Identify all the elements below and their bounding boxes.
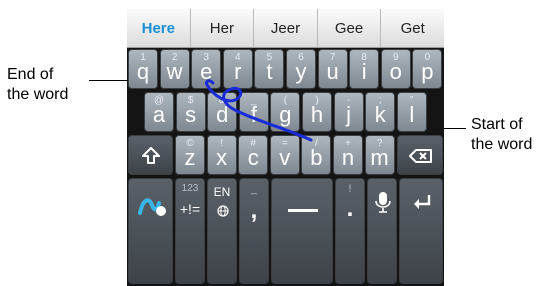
callout-line2: the word — [7, 86, 69, 103]
swipe-trace — [205, 79, 313, 142]
callout-line1: End of — [7, 66, 54, 83]
callout-line1: Start of — [471, 116, 523, 133]
start-of-word-callout: Start of the word — [471, 115, 532, 155]
trace-path — [205, 79, 313, 142]
callout-line2: the word — [471, 136, 533, 153]
end-of-word-callout: End of the word — [7, 65, 68, 105]
swype-keyboard: Here Her Jeer Gee Get 1 q 2 w 3 e 4 r 5 t 6 y 7 u 8 i 9 o 0 p @ a… — [127, 9, 444, 286]
